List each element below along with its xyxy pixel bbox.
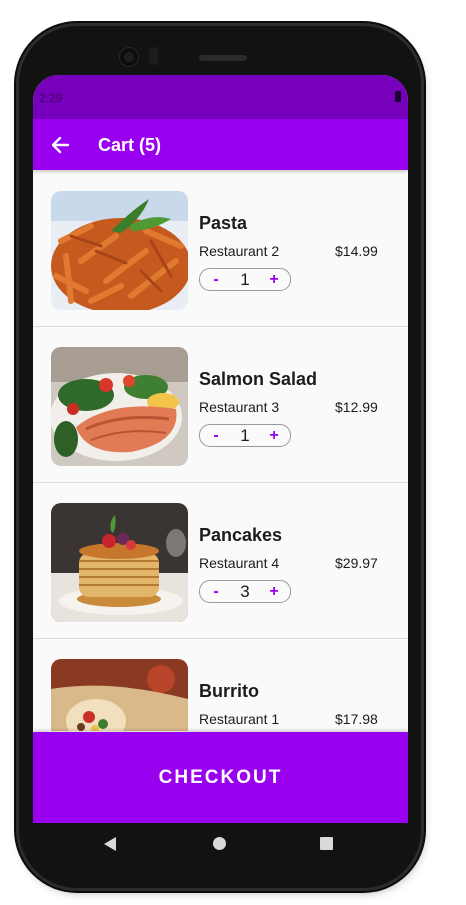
decrease-quantity-button[interactable]: - (205, 581, 227, 602)
battery-icon (395, 91, 401, 102)
status-bar: 2:29 (33, 75, 408, 119)
quantity-value: 3 (240, 582, 250, 601)
decrease-quantity-button[interactable]: - (205, 425, 227, 446)
earpiece-speaker (199, 55, 247, 61)
item-name: Pancakes (199, 525, 283, 545)
cart-item: Pasta Restaurant 2 $14.99 - 1 + (33, 171, 408, 327)
salmon-salad-image (51, 347, 188, 466)
quantity-value: 1 (240, 270, 250, 289)
cart-item: Pancakes Restaurant 4 $29.97 - 3 + (33, 483, 408, 639)
proximity-sensor (149, 47, 158, 65)
increase-quantity-button[interactable]: + (263, 581, 285, 602)
nav-back-icon[interactable] (103, 836, 117, 857)
item-restaurant: Restaurant 1 (199, 711, 280, 727)
item-price: $29.97 (335, 555, 378, 571)
nav-home-icon[interactable] (213, 837, 226, 850)
cart-item: Salmon Salad Restaurant 3 $12.99 - 1 + (33, 327, 408, 483)
increase-quantity-button[interactable]: + (263, 269, 285, 290)
item-name: Pasta (199, 213, 248, 233)
increase-quantity-button[interactable]: + (263, 425, 285, 446)
item-restaurant: Restaurant 3 (199, 399, 280, 415)
decrease-quantity-button[interactable]: - (205, 269, 227, 290)
quantity-stepper: - 1 + (199, 424, 291, 447)
nav-recents-icon[interactable] (320, 837, 333, 850)
item-name: Burrito (199, 681, 259, 701)
status-time: 2:29 (39, 91, 63, 105)
pancakes-image (51, 503, 188, 622)
item-name: Salmon Salad (199, 369, 318, 389)
item-price: $12.99 (335, 399, 378, 415)
burrito-image (51, 659, 188, 731)
system-nav-bar (33, 823, 408, 865)
item-restaurant: Restaurant 2 (199, 243, 280, 259)
page-title: Cart (5) (98, 135, 162, 155)
pasta-image (51, 191, 188, 310)
item-price: $17.98 (335, 711, 378, 727)
quantity-stepper: - 1 + (199, 268, 291, 291)
quantity-stepper: - 3 + (199, 580, 291, 603)
cart-item: Burrito Restaurant 1 $17.98 - 2 + (33, 639, 408, 731)
app-bar: Cart (5) (33, 119, 408, 170)
app-screen: 2:29 Cart (5) Pasta Restaurant 2 $14.99 … (33, 75, 408, 823)
item-price: $14.99 (335, 243, 378, 259)
back-arrow-icon[interactable] (49, 134, 71, 156)
cart-list[interactable]: Pasta Restaurant 2 $14.99 - 1 + Salmon S… (33, 171, 408, 731)
checkout-button[interactable]: CHECKOUT (33, 732, 408, 823)
quantity-value: 1 (240, 426, 250, 445)
item-restaurant: Restaurant 4 (199, 555, 280, 571)
front-camera (120, 48, 138, 66)
